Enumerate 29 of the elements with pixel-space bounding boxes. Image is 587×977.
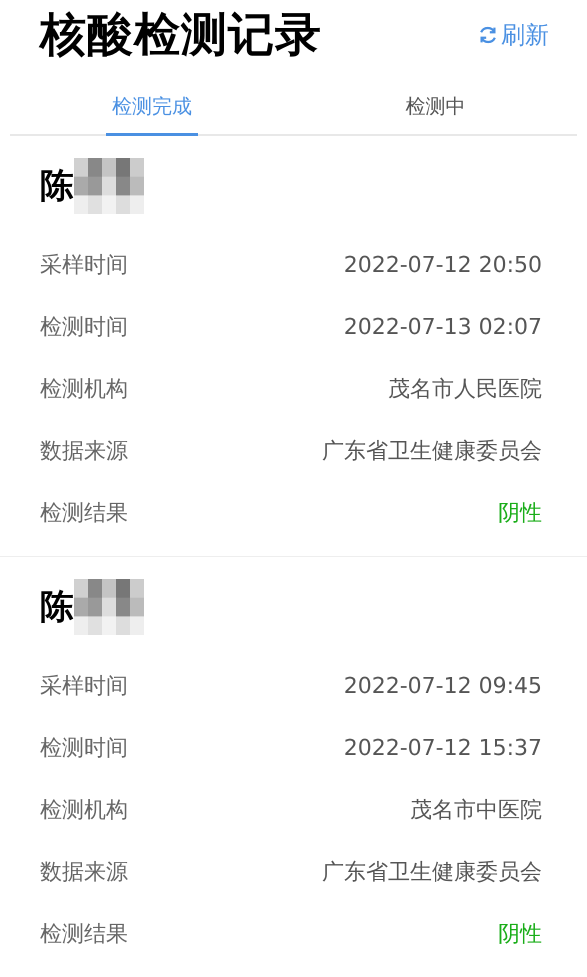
field-label: 检测机构 (40, 797, 128, 825)
person-name: 陈 (40, 165, 74, 208)
field-label: 数据来源 (40, 859, 128, 887)
field-label: 采样时间 (40, 252, 128, 280)
field-value: 2022-07-12 09:45 (344, 674, 542, 698)
field-label: 检测结果 (40, 921, 128, 949)
field-label: 检测时间 (40, 735, 128, 763)
field-value: 2022-07-12 15:37 (344, 736, 542, 760)
field-label: 检测机构 (40, 376, 128, 404)
field-value: 2022-07-12 20:50 (344, 252, 542, 278)
field-label: 检测时间 (40, 314, 128, 342)
pixelated-name-drawing (74, 158, 144, 214)
person-name: 陈 (40, 586, 74, 629)
tab[interactable]: 检测完成 (106, 66, 198, 136)
tab[interactable]: 检测中 (399, 66, 472, 136)
field-value: 2022-07-13 02:07 (344, 314, 542, 340)
field-value: 茂名市中医院 (410, 797, 542, 825)
field-value: 阴性 (498, 921, 542, 949)
page-title: 核酸检测记录 (40, 6, 322, 63)
field-value: 阴性 (498, 500, 542, 528)
field-value: 茂名市人民医院 (388, 376, 542, 404)
field-label: 检测结果 (40, 500, 128, 528)
refresh-icon (477, 24, 499, 46)
field-label: 采样时间 (40, 673, 128, 701)
refresh-button[interactable]: 刷新 (477, 19, 549, 51)
pixelated-name-drawing (74, 579, 144, 635)
field-value: 广东省卫生健康委员会 (322, 438, 542, 466)
field-label: 数据来源 (40, 438, 128, 466)
field-value: 广东省卫生健康委员会 (322, 859, 542, 887)
